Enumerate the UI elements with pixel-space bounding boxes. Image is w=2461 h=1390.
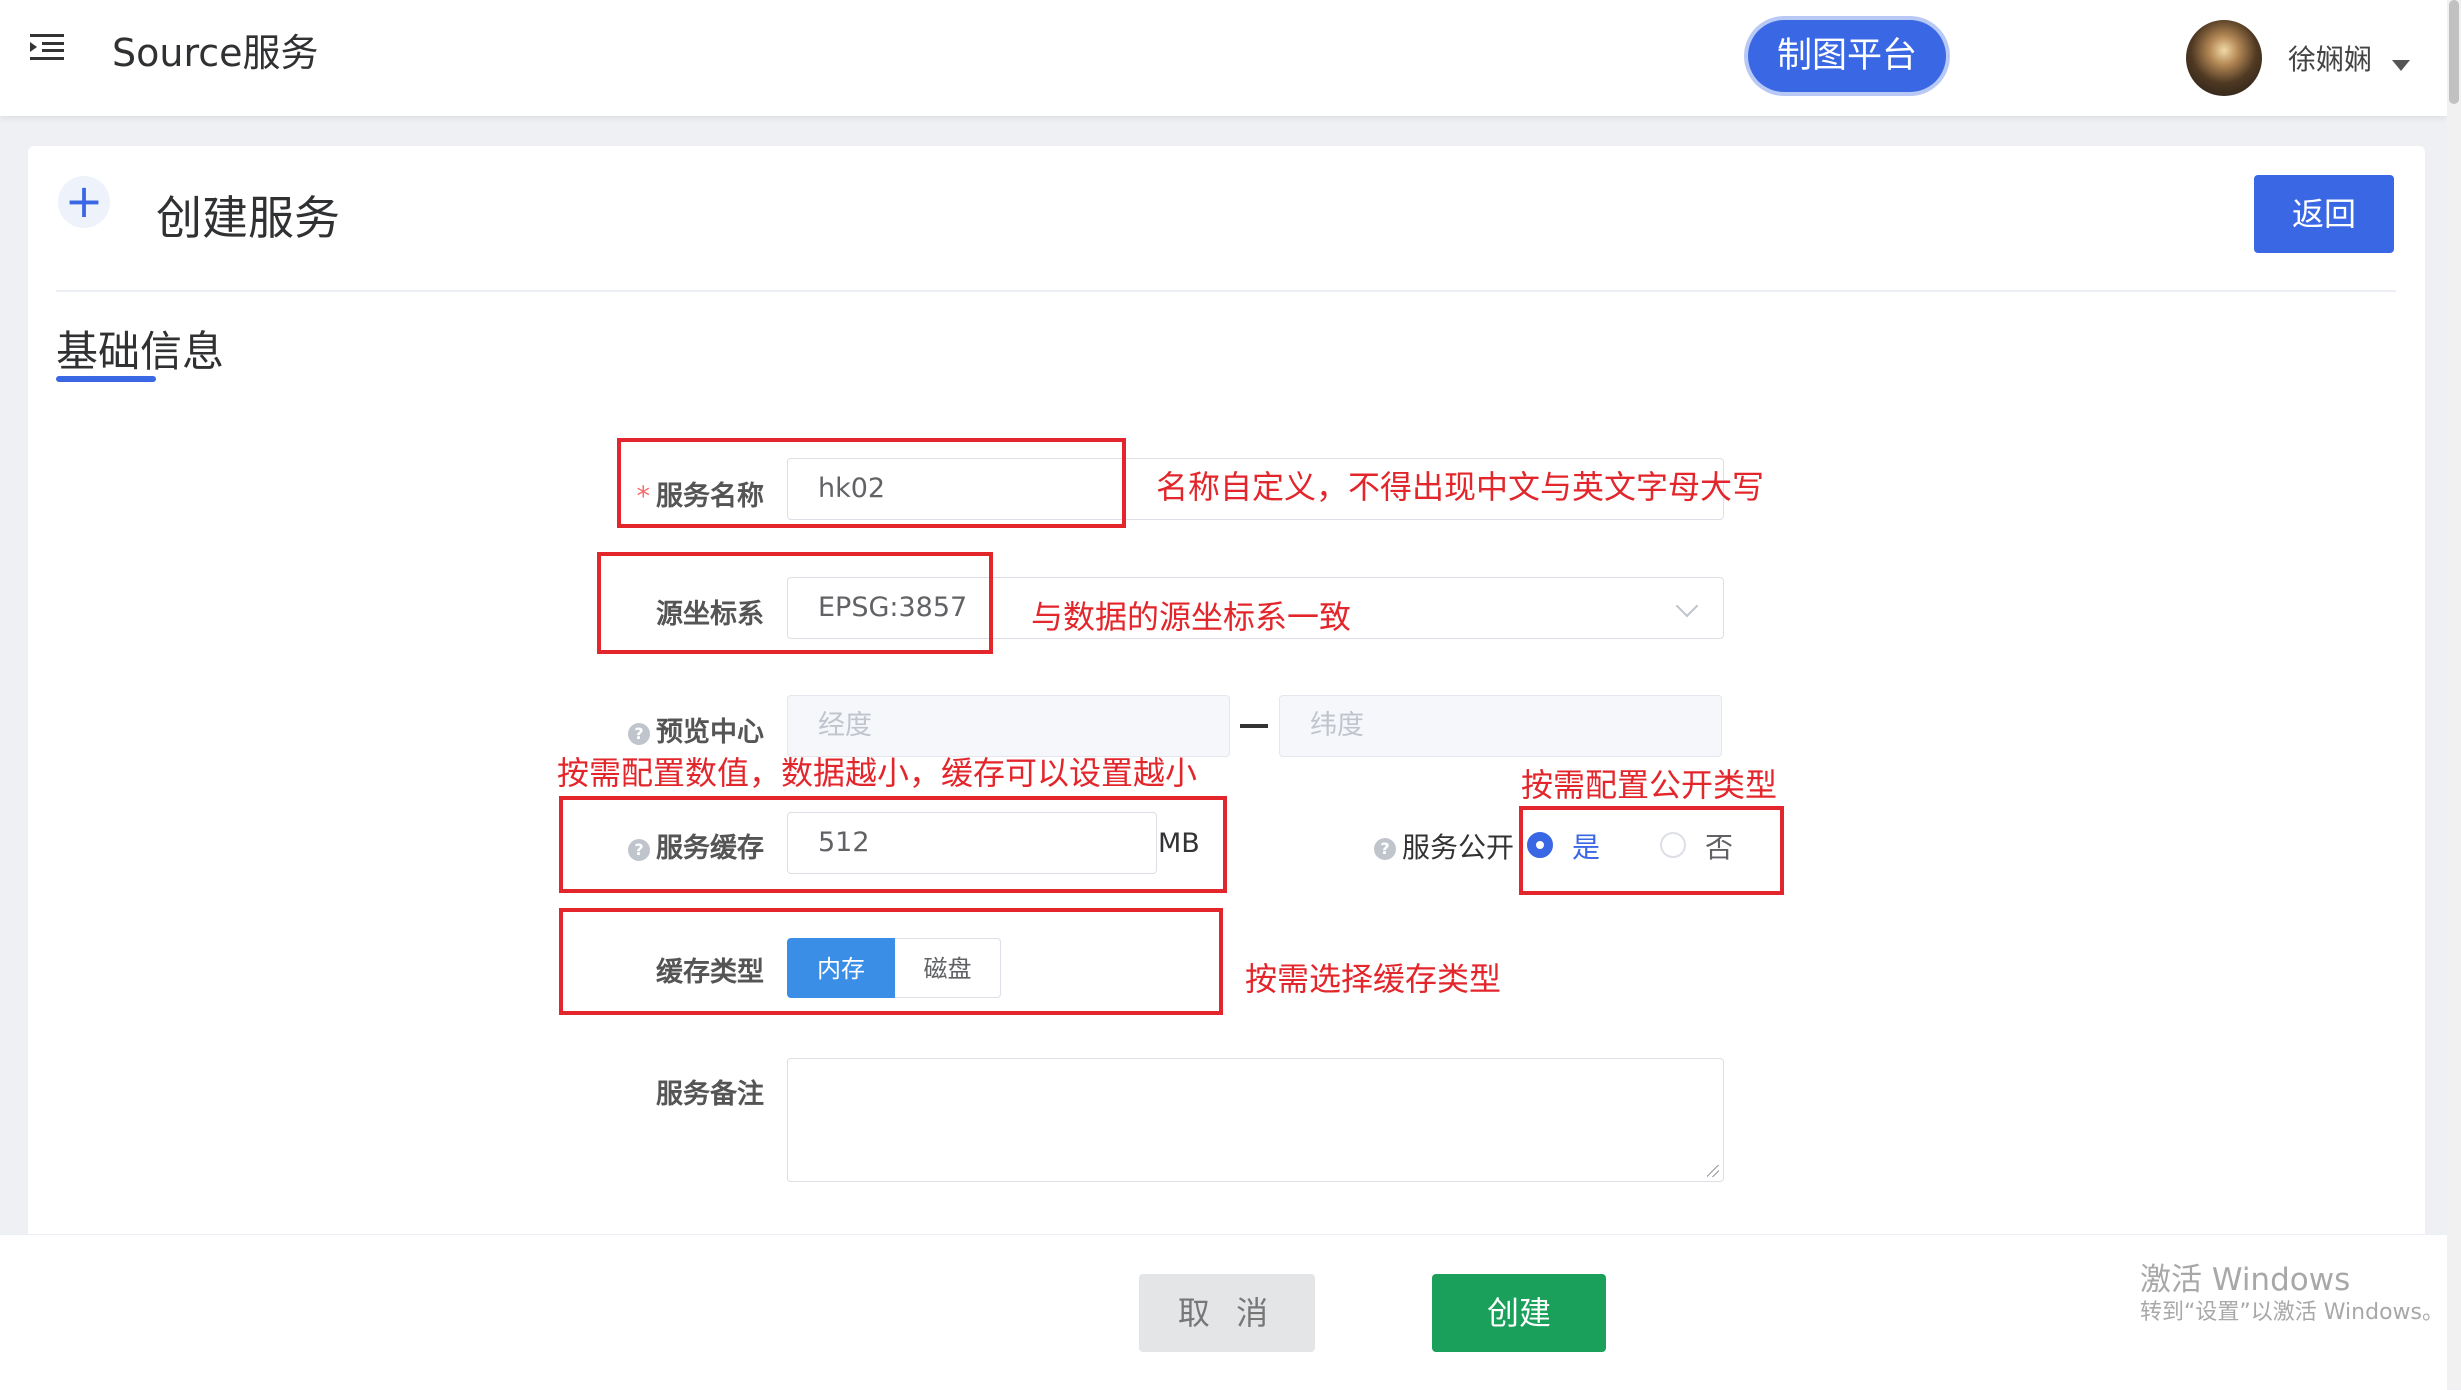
annotation-name-note: 名称自定义，不得出现中文与英文字母大写	[1156, 468, 1765, 506]
section-underline	[56, 376, 156, 382]
back-button[interactable]: 返回	[2254, 175, 2394, 253]
divider	[56, 290, 2396, 292]
range-dash	[1240, 724, 1268, 728]
service-public-label: ? 服务公开	[1374, 826, 1514, 866]
help-icon[interactable]: ?	[1374, 838, 1396, 860]
annotation-box-cache-type	[559, 908, 1223, 1015]
username[interactable]: 徐娴娴	[2288, 38, 2372, 78]
top-bar	[0, 0, 2447, 116]
user-menu-caret-icon[interactable]	[2392, 60, 2410, 71]
cancel-button[interactable]: 取 消	[1139, 1274, 1315, 1352]
annotation-public-note: 按需配置公开类型	[1521, 766, 1778, 804]
app-title: Source服务	[112, 31, 319, 75]
main-card	[28, 146, 2425, 1386]
annotation-cache-note: 按需配置数值，数据越小，缓存可以设置越小	[557, 754, 1198, 792]
scrollbar[interactable]	[2447, 0, 2461, 1389]
annotation-box-crs	[597, 552, 993, 654]
annotation-box-cache	[559, 796, 1227, 893]
service-notes-label: 服务备注	[656, 1079, 764, 1110]
avatar[interactable]	[2186, 20, 2262, 96]
latitude-input[interactable]: 纬度	[1279, 695, 1722, 757]
windows-activation-subtitle: 转到“设置”以激活 Windows。	[2140, 1300, 2444, 1325]
page-title: 创建服务	[156, 191, 340, 245]
scrollbar-thumb[interactable]	[2449, 0, 2459, 104]
chevron-down-icon	[1675, 594, 1699, 618]
service-notes-textarea[interactable]	[787, 1058, 1724, 1182]
create-button[interactable]: 创建	[1432, 1274, 1606, 1352]
resize-handle-icon[interactable]	[1707, 1165, 1719, 1177]
annotation-cache-type-note: 按需选择缓存类型	[1245, 960, 1502, 998]
annotation-box-name	[617, 438, 1126, 528]
windows-activation-title: 激活 Windows	[2140, 1262, 2351, 1298]
help-icon[interactable]: ?	[628, 722, 650, 745]
mapping-platform-button[interactable]: 制图平台	[1748, 20, 1946, 92]
section-title: 基础信息	[56, 327, 225, 376]
annotation-crs-note: 与数据的源坐标系一致	[1031, 598, 1352, 636]
menu-toggle-icon[interactable]	[30, 33, 64, 61]
plus-icon: +	[58, 176, 110, 228]
preview-center-label: ? 预览中心	[560, 710, 764, 749]
annotation-box-public	[1519, 806, 1784, 895]
